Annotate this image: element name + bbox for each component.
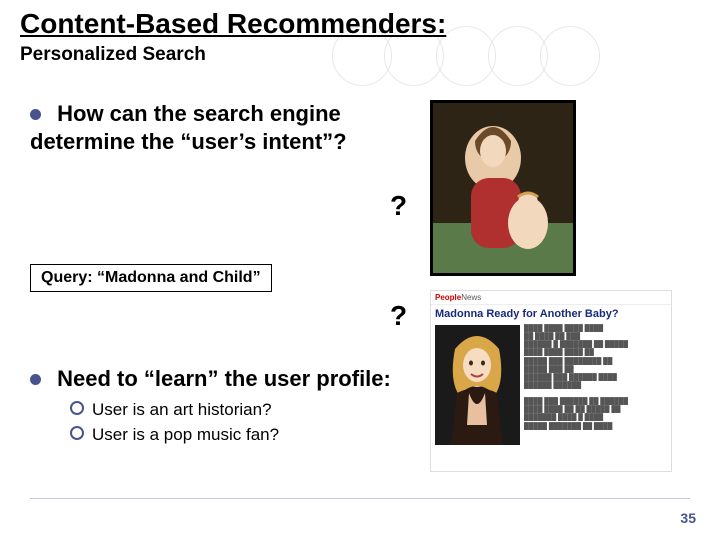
slide: Content-Based Recommenders: Personalized… (0, 0, 720, 540)
sub-bullet-art-historian: User is an art historian? (70, 398, 279, 423)
slide-subtitle: Personalized Search (20, 44, 206, 66)
sub-bullets: User is an art historian? User is a pop … (70, 398, 279, 447)
sub-bullet-pop-fan: User is a pop music fan? (70, 423, 279, 448)
bullet-learn-profile: Need to “learn” the user profile: (30, 366, 430, 392)
query-box: Query: “Madonna and Child” (30, 264, 272, 292)
news-source-suffix: News (461, 293, 481, 302)
footer-rule (30, 498, 690, 499)
news-body-text: ████ ████ ████ ██████ ████ ██ █████████ … (524, 325, 667, 445)
bullet-intent-text: How can the search engine determine the … (30, 101, 347, 154)
painting-image (430, 100, 576, 276)
slide-title: Content-Based Recommenders: (20, 8, 446, 40)
news-body: ████ ████ ████ ██████ ████ ██ █████████ … (431, 323, 671, 447)
news-source-prefix: People (435, 293, 461, 302)
news-source: PeopleNews (431, 291, 671, 305)
page-number: 35 (680, 510, 696, 526)
celebrity-photo-icon (435, 325, 520, 445)
news-article-image: PeopleNews Madonna Ready for Another Bab… (430, 290, 672, 472)
bullet-intent: How can the search engine determine the … (30, 100, 350, 155)
bullet-learn-profile-text: Need to “learn” the user profile: (57, 366, 391, 391)
question-mark-bottom: ? (390, 300, 407, 332)
news-headline: Madonna Ready for Another Baby? (431, 305, 671, 323)
question-mark-top: ? (390, 190, 407, 222)
madonna-painting-icon (433, 103, 573, 273)
